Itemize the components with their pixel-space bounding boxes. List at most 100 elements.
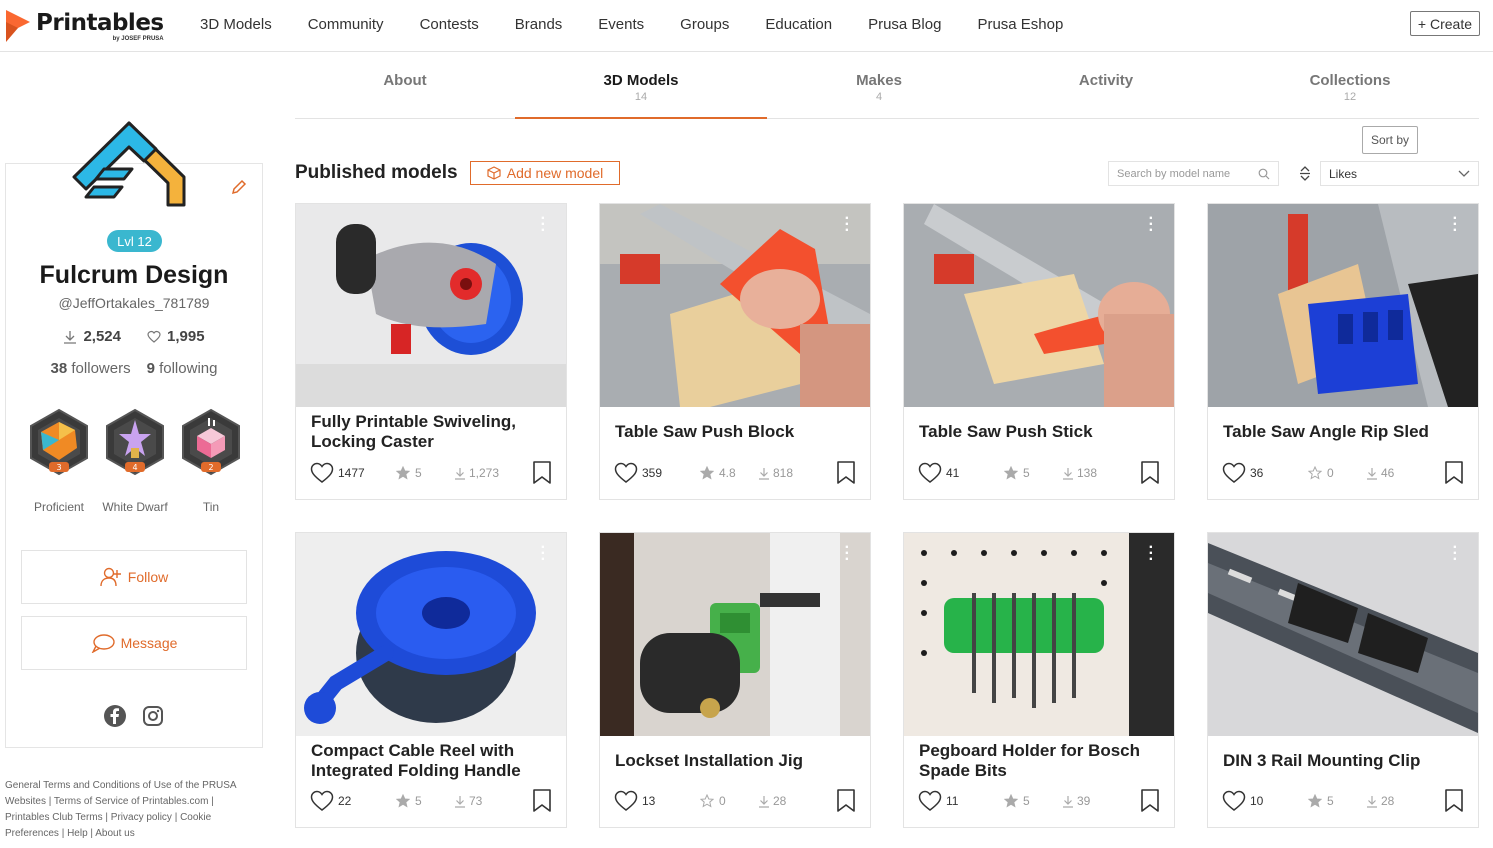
tab-activity[interactable]: Activity	[991, 72, 1221, 119]
bookmark-icon[interactable]	[1140, 461, 1160, 485]
model-title[interactable]: Table Saw Push Stick	[919, 422, 1093, 442]
kebab-menu-icon[interactable]: · · ·	[845, 540, 850, 568]
followers-link[interactable]: 38 followers	[51, 360, 131, 377]
profile-sidebar: Lvl 12 Fulcrum Design @JeffOrtakales_781…	[5, 121, 263, 748]
model-card[interactable]: · · · Table Saw Push Block 359 4.8 818	[599, 203, 871, 500]
kebab-menu-icon[interactable]: · · ·	[1149, 540, 1154, 568]
model-search-input[interactable]: Search by model name	[1108, 161, 1279, 186]
model-card[interactable]: · · · Table Saw Angle Rip Sled 36 0 46	[1207, 203, 1479, 500]
nav-groups[interactable]: Groups	[680, 16, 729, 33]
nav-contests[interactable]: Contests	[420, 16, 479, 33]
model-thumbnail[interactable]: · · ·	[600, 204, 870, 407]
downloads: 73	[454, 794, 528, 808]
follow-button[interactable]: Follow	[21, 550, 247, 604]
model-title[interactable]: Lockset Installation Jig	[615, 751, 803, 771]
model-stats: 10 5 28	[1222, 789, 1464, 813]
rating-value: 5	[415, 794, 422, 808]
model-thumbnail[interactable]: · · ·	[904, 204, 1174, 407]
create-button[interactable]: + Create	[1409, 11, 1480, 36]
like-button[interactable]: 1477	[310, 462, 396, 484]
tab-about[interactable]: About	[295, 72, 515, 119]
bookmark-icon[interactable]	[532, 789, 552, 813]
sort-order-icon[interactable]	[1298, 165, 1312, 182]
model-thumbnail-image	[600, 204, 870, 407]
model-card[interactable]: · · · Table Saw Push Stick 41 5 138	[903, 203, 1175, 500]
like-button[interactable]: 22	[310, 790, 396, 812]
add-new-model-button[interactable]: Add new model	[470, 161, 620, 185]
bookmark-icon[interactable]	[1140, 789, 1160, 813]
nav-3d-models[interactable]: 3D Models	[200, 16, 272, 33]
printables-logo[interactable]: Printables by JOSEF PRUSA	[4, 6, 164, 46]
nav-prusa-blog[interactable]: Prusa Blog	[868, 16, 941, 33]
tab-collections[interactable]: Collections 12	[1221, 72, 1479, 119]
model-stats: 13 0 28	[614, 789, 856, 813]
model-thumbnail-image	[296, 533, 566, 736]
kebab-menu-icon[interactable]: · · ·	[541, 540, 546, 568]
edit-profile-icon[interactable]	[230, 178, 248, 196]
kebab-menu-icon[interactable]: · · ·	[1453, 540, 1458, 568]
model-thumbnail[interactable]: · · ·	[600, 533, 870, 736]
star-icon	[1308, 794, 1322, 808]
heart-icon	[918, 790, 942, 811]
bookmark-icon[interactable]	[836, 461, 856, 485]
sort-select[interactable]: Likes	[1320, 161, 1479, 186]
tab-3d-models[interactable]: 3D Models 14	[515, 72, 767, 119]
bookmark-icon[interactable]	[1444, 789, 1464, 813]
model-card[interactable]: · · · Pegboard Holder for Bosch Spade Bits 1…	[903, 532, 1175, 828]
like-button[interactable]: 359	[614, 462, 700, 484]
facebook-icon[interactable]	[103, 704, 127, 728]
like-button[interactable]: 11	[918, 790, 1004, 812]
model-title[interactable]: Pegboard Holder for Bosch Spade Bits	[919, 741, 1174, 781]
downloads-count: 138	[1077, 466, 1098, 480]
sort-value: Likes	[1329, 166, 1358, 181]
model-title[interactable]: DIN 3 Rail Mounting Clip	[1223, 751, 1420, 771]
badge-proficient[interactable]: 3 Proficient	[24, 408, 94, 514]
model-card[interactable]: · · · Lockset Installation Jig 13 0 28	[599, 532, 871, 828]
model-title[interactable]: Compact Cable Reel with Integrated Foldi…	[311, 741, 566, 781]
model-thumbnail[interactable]: · · ·	[1208, 533, 1478, 736]
bookmark-icon[interactable]	[1444, 461, 1464, 485]
badge-tin[interactable]: 2 Tin	[176, 408, 246, 514]
nav-prusa-eshop[interactable]: Prusa Eshop	[977, 16, 1063, 33]
model-title[interactable]: Fully Printable Swiveling, Locking Caste…	[311, 412, 566, 452]
kebab-menu-icon[interactable]: · · ·	[1149, 211, 1154, 239]
kebab-menu-icon[interactable]: · · ·	[1453, 211, 1458, 239]
model-thumbnail[interactable]: · · ·	[1208, 204, 1478, 407]
tab-makes[interactable]: Makes 4	[767, 72, 991, 119]
heart-icon	[614, 790, 638, 811]
model-card[interactable]: · · · Compact Cable Reel with Integrated Fo…	[295, 532, 567, 828]
bookmark-icon[interactable]	[532, 461, 552, 485]
model-title[interactable]: Table Saw Angle Rip Sled	[1223, 422, 1429, 442]
model-thumbnail[interactable]: · · ·	[296, 533, 566, 736]
top-navbar: Printables by JOSEF PRUSA 3D Models Comm…	[0, 0, 1493, 52]
instagram-icon[interactable]	[141, 704, 165, 728]
kebab-menu-icon[interactable]: · · ·	[541, 211, 546, 239]
model-title[interactable]: Table Saw Push Block	[615, 422, 794, 442]
like-button[interactable]: 36	[1222, 462, 1308, 484]
tab-collections-label: Collections	[1309, 72, 1391, 89]
kebab-menu-icon[interactable]: · · ·	[845, 211, 850, 239]
nav-brands[interactable]: Brands	[515, 16, 563, 33]
bookmark-icon[interactable]	[836, 789, 856, 813]
nav-community[interactable]: Community	[308, 16, 384, 33]
create-button-label: + Create	[1417, 15, 1472, 32]
badge-white-dwarf[interactable]: 4 White Dwarf	[100, 408, 170, 514]
like-button[interactable]: 41	[918, 462, 1004, 484]
star-icon	[1004, 794, 1018, 808]
model-card[interactable]: · · · DIN 3 Rail Mounting Clip 10 5 28	[1207, 532, 1479, 828]
footer-links[interactable]: General Terms and Conditions of Use of t…	[5, 778, 260, 842]
heart-icon	[1222, 462, 1246, 483]
download-icon	[455, 467, 465, 480]
model-thumbnail[interactable]: · · ·	[904, 533, 1174, 736]
model-thumbnail[interactable]: · · ·	[296, 204, 566, 407]
nav-events[interactable]: Events	[598, 16, 644, 33]
like-button[interactable]: 10	[1222, 790, 1308, 812]
downloads: 1,273	[454, 466, 528, 480]
rating: 5	[396, 794, 454, 808]
nav-education[interactable]: Education	[765, 16, 832, 33]
model-card[interactable]: · · · Fully Printable Swiveling, Locking Ca…	[295, 203, 567, 500]
downloads-count: 28	[773, 794, 787, 808]
following-link[interactable]: 9 following	[147, 360, 218, 377]
like-button[interactable]: 13	[614, 790, 700, 812]
message-button[interactable]: Message	[21, 616, 247, 670]
